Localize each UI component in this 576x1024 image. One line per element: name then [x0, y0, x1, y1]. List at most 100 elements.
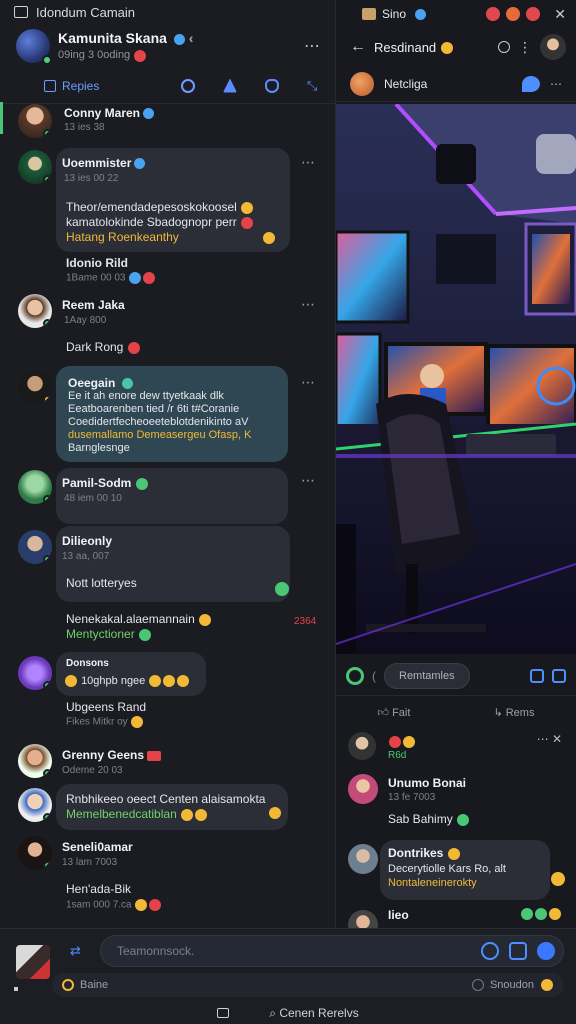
room-subtitle: 09ing 3 0oding — [58, 49, 296, 62]
active-indicator — [0, 102, 3, 134]
profile-avatar[interactable] — [540, 34, 566, 60]
timestamp: 1sam 000 7.ca — [66, 899, 162, 911]
reaction-row: 👍︎ Fait ↳ Rems — [336, 698, 576, 726]
composer-option-right[interactable]: Snoudon — [490, 979, 534, 991]
sender-name[interactable]: Oeegain — [68, 376, 133, 390]
status-icon[interactable] — [346, 666, 364, 685]
avatar[interactable] — [18, 656, 52, 690]
sender-name[interactable]: Conny Maren — [64, 106, 155, 120]
composer-option-left[interactable]: Baine — [80, 979, 108, 991]
message-text: Dark Rong — [66, 340, 141, 355]
resize-icon[interactable] — [552, 668, 566, 683]
comment-more-icon[interactable]: ⋯ ✕ — [537, 732, 562, 746]
sender-name[interactable]: Reem Jaka — [62, 298, 125, 312]
like-button[interactable]: 👍︎ Fait — [378, 706, 411, 719]
timestamp: Fikes Mitkr oy — [66, 716, 144, 728]
avatar[interactable] — [18, 294, 52, 328]
reaction-icon[interactable] — [551, 872, 565, 886]
avatar[interactable] — [18, 150, 52, 184]
channel-name[interactable]: Netcliga — [384, 77, 512, 91]
chip-filter[interactable]: Remtamles — [384, 662, 470, 689]
close-icon[interactable]: ✕ — [554, 6, 566, 23]
minimize-icon[interactable] — [526, 7, 541, 21]
timestamp: 13 aa, 007 — [62, 551, 110, 562]
window-title: Idondum Camain — [36, 4, 135, 20]
room-more-icon[interactable]: ⋯ — [304, 36, 321, 56]
bottom-bar: ⌕ Cenen Rerelvs — [0, 1001, 576, 1024]
tag-icon[interactable] — [62, 979, 74, 991]
location-icon[interactable] — [181, 78, 195, 93]
avatar[interactable] — [18, 370, 52, 404]
add-icon[interactable] — [471, 979, 484, 991]
avatar[interactable] — [348, 732, 376, 760]
sender-name[interactable]: Dilieonly — [62, 534, 112, 548]
message-input[interactable] — [117, 944, 471, 958]
commenter-name[interactable]: Dontrikes — [388, 846, 461, 860]
detail-header: ← Resdinand ⋮ — [336, 28, 576, 66]
avatar[interactable] — [348, 910, 378, 928]
composer-options: Baine Snoudon — [52, 973, 564, 997]
attach-icon[interactable] — [509, 942, 527, 960]
share-icon[interactable] — [223, 78, 237, 93]
alert-icon[interactable] — [506, 7, 521, 21]
photo-actions: ( Remtamles — [336, 656, 576, 696]
message-text: Theor/emendadepesoskokoosel kamatolokind… — [66, 200, 276, 245]
sender-name[interactable]: Grenny Geens — [62, 748, 162, 762]
reply-button[interactable]: ↳ Rems — [493, 706, 534, 719]
tab-replies[interactable]: Repies — [44, 79, 153, 93]
avatar[interactable] — [18, 836, 52, 870]
shuffle-icon[interactable]: ⇄ — [70, 943, 81, 959]
message-more-icon[interactable]: ⋯ — [301, 296, 316, 313]
record-icon[interactable] — [486, 7, 501, 21]
avatar[interactable] — [18, 470, 52, 504]
window-titlebar: Idondum Camain — [0, 0, 335, 24]
reaction-icon[interactable] — [275, 582, 289, 596]
channel-avatar[interactable] — [350, 71, 374, 96]
commenter-name[interactable]: Unumo Bonai — [388, 776, 466, 790]
sender-name[interactable]: Donsons — [66, 658, 109, 669]
sender-name[interactable]: Uoemmister — [62, 156, 146, 170]
more-icon[interactable]: ⋯ — [550, 77, 562, 91]
save-icon[interactable] — [530, 668, 544, 683]
more-vertical-icon[interactable]: ⋮ — [518, 39, 532, 56]
back-arrow-icon[interactable]: ← — [350, 38, 366, 56]
room-avatar[interactable] — [16, 29, 52, 65]
app-logo-icon — [14, 6, 28, 18]
message-text: Nott lotteryes — [66, 576, 137, 590]
avatar[interactable] — [18, 744, 52, 778]
sticker-icon[interactable] — [541, 979, 553, 991]
expand-icon[interactable]: ⤡ — [307, 78, 321, 93]
message-more-icon[interactable]: ⋯ — [301, 154, 316, 171]
message-more-icon[interactable]: ⋯ — [301, 472, 316, 489]
composer-avatar[interactable] — [16, 945, 50, 979]
commenter-name[interactable]: Iieo — [388, 908, 409, 922]
message-input-wrap — [100, 935, 564, 967]
gaming-setup-photo[interactable] — [336, 104, 576, 654]
message-composer: ⇄ Baine Snoudon ⌕ Cenen Rerelvs — [0, 928, 576, 1024]
timestamp: 1Bame 00 03 — [66, 272, 156, 284]
indicator-dot — [14, 987, 18, 991]
chat-icon[interactable] — [522, 75, 540, 92]
shield-icon[interactable] — [265, 78, 279, 93]
message-more-icon[interactable]: ⋯ — [301, 374, 316, 391]
sender-name[interactable]: Pamil-Sodm — [62, 476, 149, 490]
avatar[interactable] — [18, 530, 52, 564]
search-link[interactable]: ⌕ Cenen Rerelvs — [269, 1006, 358, 1021]
detail-pane: Sino ✕ ← Resdinand ⋮ Netcliga ⋯ (Remtam… — [336, 0, 576, 928]
layout-icon[interactable] — [217, 1008, 230, 1018]
sender-name[interactable]: Seneli0amar — [62, 840, 133, 854]
send-icon[interactable] — [537, 942, 555, 960]
timer-icon[interactable] — [498, 41, 510, 53]
avatar[interactable] — [348, 774, 378, 804]
avatar[interactable] — [348, 844, 378, 874]
comment-count: R6d — [388, 750, 407, 761]
avatar[interactable] — [18, 788, 52, 822]
emoji-icon[interactable] — [481, 942, 499, 960]
message-text: Hen'ada-Bik — [66, 882, 131, 896]
message-text: Rnbhikeeo oeect Centen alaisamokta Memel… — [66, 792, 282, 822]
message-text: 10ghpb ngee — [64, 674, 190, 689]
avatar[interactable] — [18, 104, 52, 138]
room-name[interactable]: Kamunita Skana ‹ — [58, 30, 296, 46]
search-icon: ⌕ — [269, 1005, 276, 1020]
message-text: Nenekakal.alaemannain Mentyctioner — [66, 612, 212, 642]
